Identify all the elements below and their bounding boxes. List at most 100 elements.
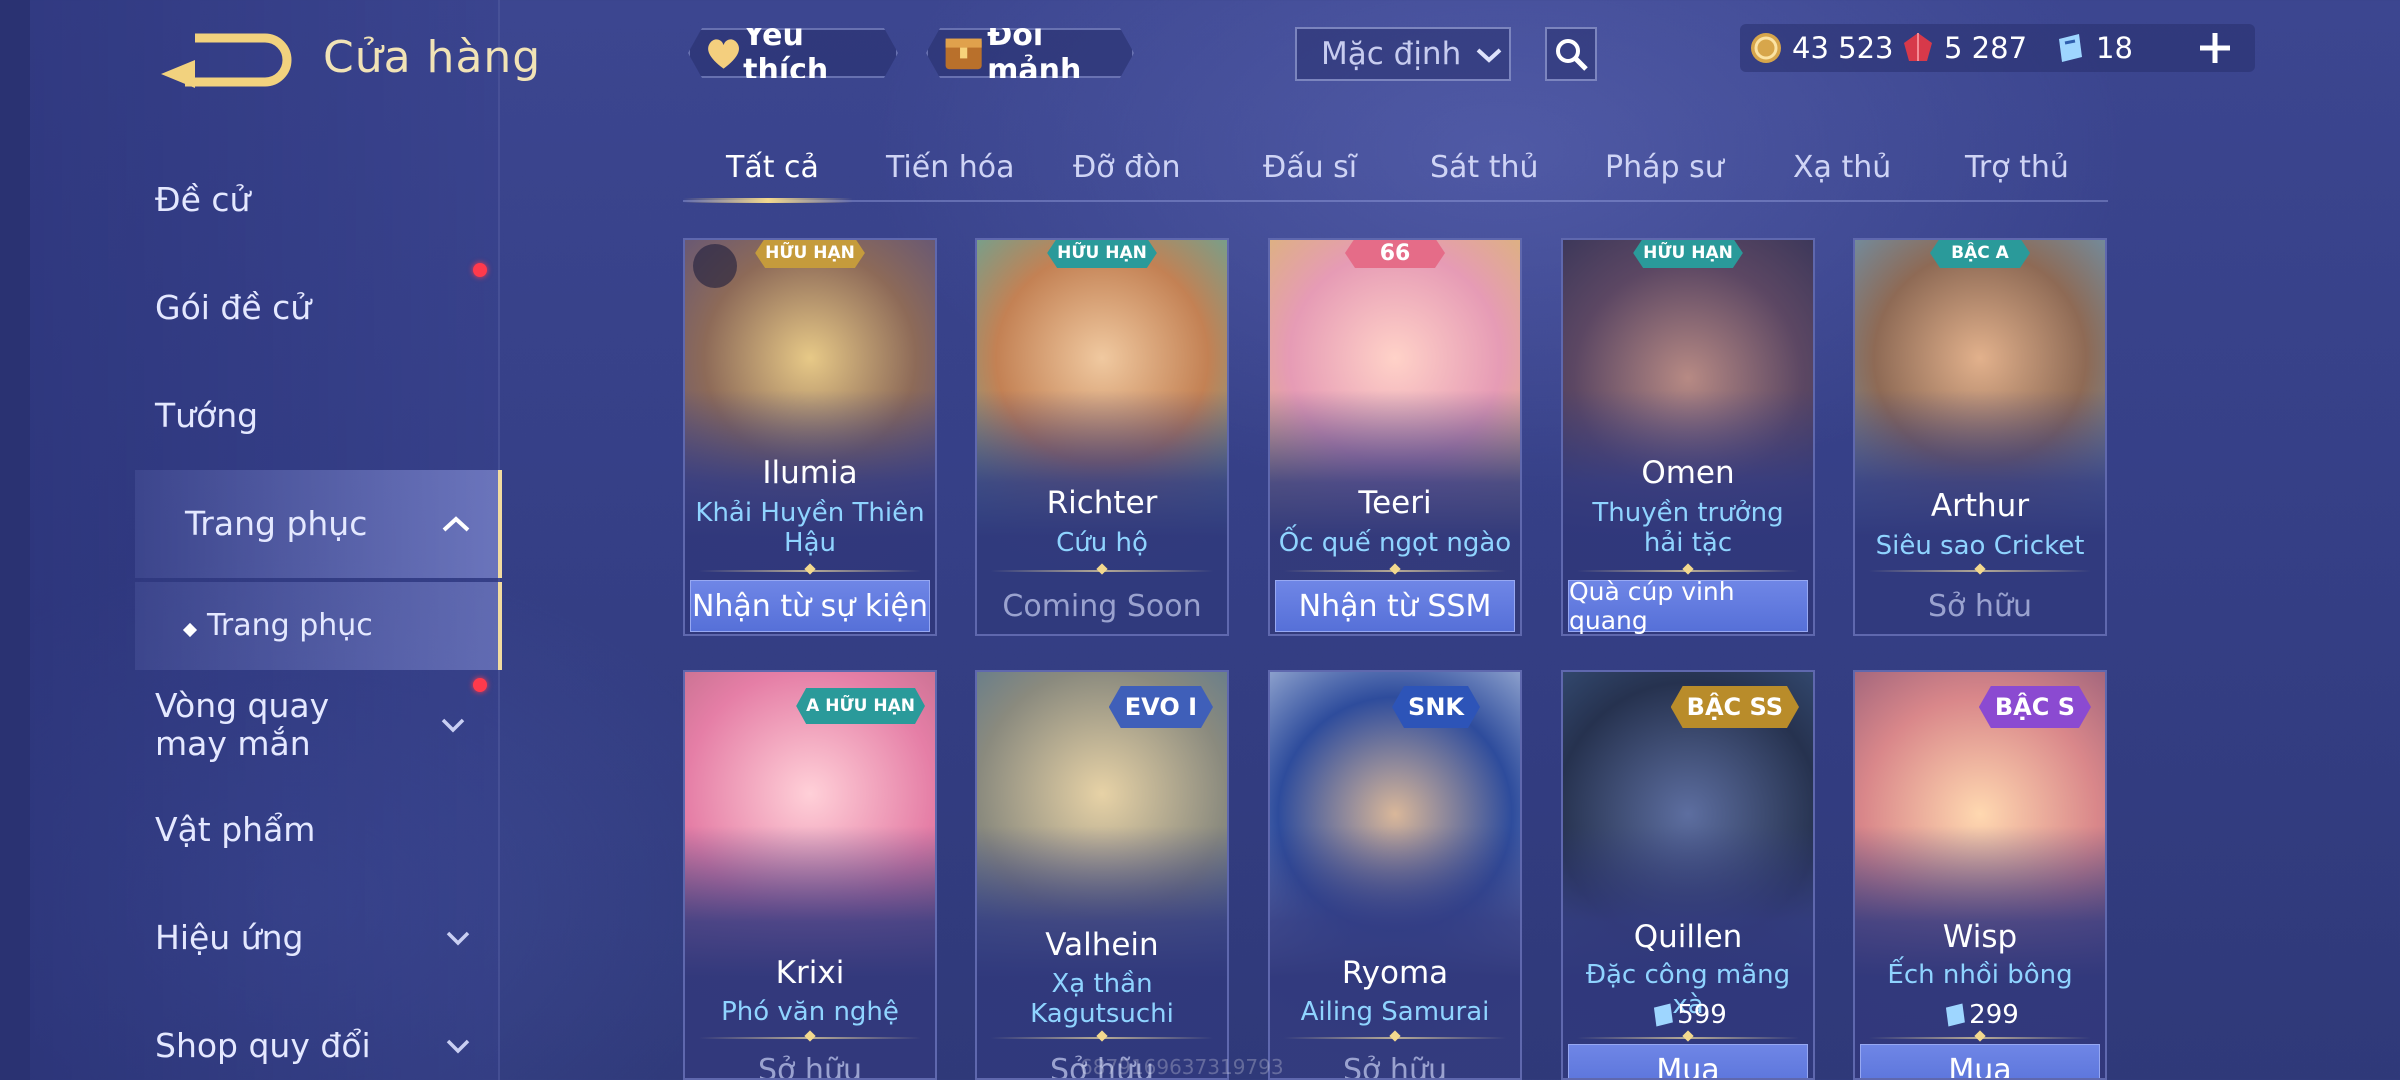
get-from-event-button[interactable]: Nhận từ sự kiện bbox=[690, 580, 930, 632]
tab-mage[interactable]: Pháp sư bbox=[1605, 150, 1724, 185]
tab-evolution[interactable]: Tiến hóa bbox=[886, 150, 1015, 185]
owned-label: Sở hữu bbox=[1343, 1052, 1447, 1080]
rarity-badge: HỮU HẠN bbox=[1047, 238, 1157, 268]
sidebar-item-label: Shop quy đổi bbox=[155, 1026, 371, 1065]
sidebar-item-recommended[interactable]: Đề cử bbox=[155, 150, 500, 250]
skin-name: Khải Huyền Thiên Hậu bbox=[695, 498, 925, 558]
skin-card[interactable]: SNK Ryoma Ailing Samurai Sở hữu bbox=[1268, 670, 1522, 1080]
fragment-chest-icon bbox=[942, 31, 987, 75]
skin-card[interactable]: HỮU HẠN Omen Thuyền trưởng hải tặc Quà c… bbox=[1561, 238, 1815, 636]
chevron-down-icon bbox=[438, 1031, 478, 1061]
active-tab-indicator bbox=[683, 198, 853, 203]
sidebar-item-recommended-packs[interactable]: Gói đề cử bbox=[155, 258, 500, 358]
buy-button[interactable]: Mua bbox=[1860, 1044, 2100, 1078]
sidebar-item-skins[interactable]: Trang phục bbox=[135, 470, 502, 578]
hero-name: Arthur bbox=[1930, 488, 2030, 524]
coming-soon-label: Coming Soon bbox=[1002, 588, 1202, 624]
watermark: 6879169637319793 bbox=[1080, 1055, 1284, 1079]
ruby-gem-icon bbox=[1900, 30, 1936, 66]
hero-name: Ryoma bbox=[1341, 955, 1449, 991]
add-currency-button[interactable] bbox=[2195, 28, 2235, 68]
gold-amount: 43 523 bbox=[1792, 31, 1894, 65]
left-edge bbox=[0, 0, 30, 1080]
skin-name: Siêu sao Cricket bbox=[1875, 531, 2085, 561]
price-value: 299 bbox=[1969, 1000, 2019, 1030]
card-divider bbox=[1577, 570, 1799, 572]
sidebar-item-lucky-wheel[interactable]: Vòng quay may mắn bbox=[155, 670, 500, 780]
glory-trophy-button[interactable]: Quà cúp vinh quang bbox=[1568, 577, 1808, 634]
tab-fighter[interactable]: Đấu sĩ bbox=[1263, 150, 1357, 185]
chevron-down-icon bbox=[433, 710, 473, 740]
rarity-badge: BẬC A bbox=[1930, 238, 2030, 268]
sidebar-item-items[interactable]: Vật phẩm bbox=[155, 780, 500, 880]
skin-name: Xạ thần Kagutsuchi bbox=[1030, 969, 1174, 1029]
skin-name: Ếch nhồi bông bbox=[1887, 960, 2073, 990]
rarity-badge: BẬC S bbox=[1979, 686, 2091, 728]
rarity-badge: 66 bbox=[1345, 238, 1445, 268]
sort-value: Mặc định bbox=[1321, 36, 1462, 72]
chevron-down-icon bbox=[1475, 36, 1503, 72]
skin-name: Ailing Samurai bbox=[1300, 997, 1490, 1027]
hero-name: Ilumia bbox=[762, 455, 858, 491]
skin-name: Cứu hộ bbox=[1056, 528, 1148, 558]
gold-coin-icon bbox=[1748, 30, 1784, 66]
skin-card[interactable]: A HỮU HẠN Krixi Phó văn nghệ Sở hữu bbox=[683, 670, 937, 1080]
rarity-badge: HỮU HẠN bbox=[1633, 238, 1743, 268]
tab-assassin[interactable]: Sát thủ bbox=[1430, 150, 1539, 185]
hero-name: Quillen bbox=[1633, 919, 1743, 955]
skin-card[interactable]: BẬC S Wisp Ếch nhồi bông 299 Mua bbox=[1853, 670, 2107, 1080]
hero-name: Krixi bbox=[775, 955, 845, 991]
tab-all[interactable]: Tất cả bbox=[726, 150, 819, 185]
exchange-label: Đổi mảnh bbox=[987, 18, 1082, 88]
back-arrow-icon bbox=[161, 33, 292, 88]
sidebar-item-label: Tướng bbox=[155, 396, 259, 435]
tab-tank[interactable]: Đỡ đòn bbox=[1073, 150, 1181, 185]
skin-card[interactable]: HỮU HẠN Richter Cứu hộ Coming Soon bbox=[975, 238, 1229, 636]
rarity-badge: A HỮU HẠN bbox=[796, 688, 925, 724]
skin-name: Ốc quế ngọt ngào bbox=[1278, 528, 1512, 558]
favorites-button[interactable]: Yêu thích bbox=[688, 28, 898, 78]
search-button[interactable] bbox=[1545, 27, 1597, 81]
card-divider bbox=[991, 1037, 1213, 1039]
sidebar-item-label: Đề cử bbox=[155, 180, 251, 219]
timer-icon bbox=[693, 244, 737, 288]
ruby-currency: 5 287 bbox=[1900, 27, 2027, 69]
back-button[interactable] bbox=[155, 30, 295, 90]
sidebar-item-heroes[interactable]: Tướng bbox=[155, 366, 500, 466]
ruby-amount: 5 287 bbox=[1944, 31, 2028, 65]
skin-card[interactable]: EVO I Valhein Xạ thần Kagutsuchi Sở hữu bbox=[975, 670, 1229, 1080]
gold-currency: 43 523 bbox=[1748, 27, 1893, 69]
tab-support[interactable]: Trợ thủ bbox=[1965, 150, 2069, 185]
page-title: Cửa hàng bbox=[323, 32, 542, 83]
price: 599 bbox=[1563, 1000, 1813, 1030]
hero-name: Richter bbox=[1046, 485, 1158, 521]
get-from-ssm-button[interactable]: Nhận từ SSM bbox=[1275, 580, 1515, 632]
evolution-badge: EVO I bbox=[1109, 686, 1213, 728]
plus-icon bbox=[2200, 33, 2230, 63]
skin-card[interactable]: 66 Teeri Ốc quế ngọt ngào Nhận từ SSM bbox=[1268, 238, 1522, 636]
heart-icon bbox=[704, 35, 743, 71]
buy-button[interactable]: Mua bbox=[1568, 1044, 1808, 1078]
tab-marksman[interactable]: Xạ thủ bbox=[1793, 150, 1891, 185]
sidebar-subitem-text: Trang phục bbox=[182, 607, 498, 645]
voucher-icon bbox=[1654, 1003, 1674, 1027]
sidebar-subitem-skins[interactable]: Trang phục bbox=[135, 582, 502, 670]
skin-card[interactable]: HỮU HẠN Ilumia Khải Huyền Thiên Hậu Nhận… bbox=[683, 238, 937, 636]
price: 299 bbox=[1855, 1000, 2105, 1030]
owned-label: Sở hữu bbox=[1928, 588, 2032, 624]
hero-name: Wisp bbox=[1942, 919, 2018, 955]
sidebar-item-label: Vật phẩm bbox=[155, 810, 316, 849]
sidebar-item-label: Trang phục bbox=[185, 504, 368, 543]
sidebar-item-exchange-shop[interactable]: Shop quy đổi bbox=[155, 996, 500, 1080]
voucher-currency: 18 bbox=[2052, 27, 2133, 69]
voucher-icon bbox=[2052, 30, 2088, 66]
price-value: 599 bbox=[1677, 1000, 1727, 1030]
voucher-amount: 18 bbox=[2096, 31, 2133, 65]
skin-card[interactable]: BẬC SS Quillen Đặc công mãng xà 599 Mua bbox=[1561, 670, 1815, 1080]
skin-card[interactable]: BẬC A Arthur Siêu sao Cricket Sở hữu bbox=[1853, 238, 2107, 636]
skin-name: Thuyền trưởng hải tặc bbox=[1592, 498, 1784, 558]
exchange-fragments-button[interactable]: Đổi mảnh bbox=[926, 28, 1134, 78]
sort-dropdown[interactable]: Mặc định bbox=[1295, 27, 1511, 81]
sidebar-item-effects[interactable]: Hiệu ứng bbox=[155, 888, 500, 988]
voucher-icon bbox=[1946, 1003, 1966, 1027]
